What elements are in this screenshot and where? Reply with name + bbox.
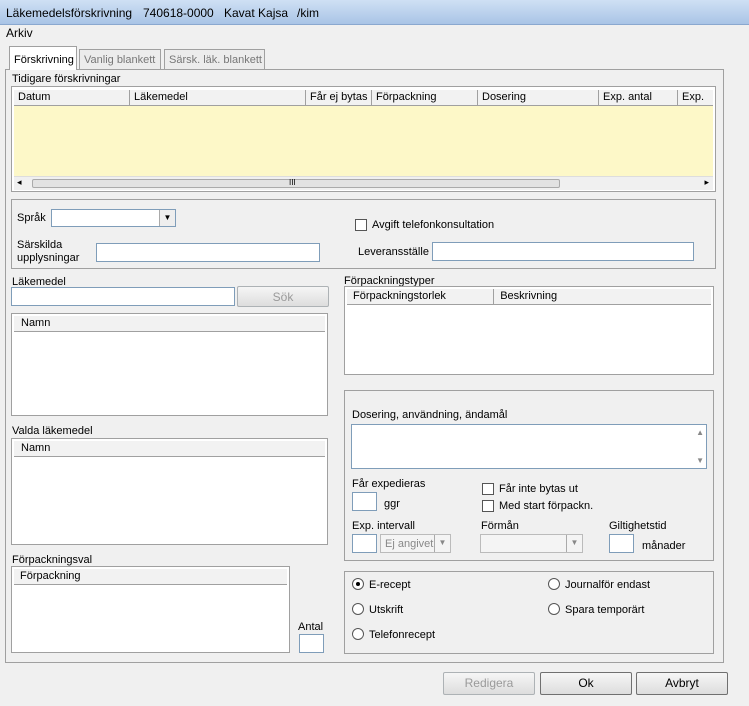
tab-vanlig-blankett[interactable]: Vanlig blankett: [79, 49, 161, 69]
med-start-checkbox[interactable]: [482, 500, 494, 512]
col-forpackning[interactable]: Förpackning: [372, 90, 478, 105]
col-far-ej-bytas[interactable]: Får ej bytas: [306, 90, 372, 105]
prior-prescriptions-label: Tidigare förskrivningar: [12, 73, 121, 85]
forpackning-header[interactable]: Förpackning: [14, 569, 287, 584]
chevron-down-icon[interactable]: ▼: [434, 535, 450, 552]
prior-grid-header: Datum Läkemedel Får ej bytas Förpackning…: [14, 90, 713, 106]
journalfor-radio[interactable]: [548, 578, 560, 590]
manader-label: månader: [642, 540, 686, 552]
tab-forskrivning[interactable]: Förskrivning: [9, 46, 77, 70]
journalfor-label: Journalför endast: [565, 579, 650, 591]
chevron-down-icon[interactable]: ▼: [566, 535, 582, 552]
avgift-label: Avgift telefonkonsultation: [372, 219, 495, 231]
horizontal-scrollbar[interactable]: ◂ III ▸: [14, 176, 713, 190]
med-start-label: Med start förpackn.: [499, 500, 594, 512]
scroll-grip-icon: III: [289, 178, 296, 187]
far-inte-bytas-checkbox[interactable]: [482, 483, 494, 495]
prior-prescriptions-grid[interactable]: Datum Läkemedel Får ej bytas Förpackning…: [11, 86, 716, 192]
avgift-checkbox[interactable]: [355, 219, 367, 231]
scrollbar-thumb[interactable]: III: [32, 178, 560, 188]
sprak-select[interactable]: ▼: [51, 209, 176, 227]
col-exp-antal[interactable]: Exp. antal: [599, 90, 678, 105]
title-bar: Läkemedelsförskrivning 740618-0000 Kavat…: [0, 0, 749, 25]
col-beskrivning[interactable]: Beskrivning: [494, 289, 711, 304]
namn-header[interactable]: Namn: [14, 316, 325, 331]
sprak-label: Språk: [17, 212, 46, 224]
utskrift-label: Utskrift: [369, 604, 404, 616]
telefonrecept-label: Telefonrecept: [369, 629, 436, 641]
tab-sarsk-lak-blankett[interactable]: Särsk. läk. blankett: [164, 49, 265, 69]
forpackningsval-list[interactable]: Förpackning: [11, 566, 290, 653]
forman-select[interactable]: ▼: [480, 534, 583, 553]
prior-grid-body[interactable]: [14, 106, 713, 176]
patient-name: Kavat Kajsa: [224, 6, 289, 20]
dosering-textarea[interactable]: ▲ ▼: [351, 424, 707, 469]
col-datum[interactable]: Datum: [14, 90, 130, 105]
far-expedieras-input[interactable]: [352, 492, 377, 511]
giltighetstid-label: Giltighetstid: [609, 520, 667, 532]
ok-button[interactable]: Ok: [540, 672, 632, 695]
leveransstalle-input[interactable]: [432, 242, 694, 261]
avbryt-button[interactable]: Avbryt: [636, 672, 728, 695]
telefonrecept-radio[interactable]: [352, 628, 364, 640]
exp-intervall-label: Exp. intervall: [352, 520, 415, 532]
exp-intervall-unit-select[interactable]: Ej angivet ▼: [380, 534, 451, 553]
sarskilda-upplysningar-input[interactable]: [96, 243, 320, 262]
menu-arkiv[interactable]: Arkiv: [6, 26, 33, 40]
antal-label: Antal: [298, 621, 324, 633]
scroll-left-icon[interactable]: ◂: [17, 177, 22, 188]
redigera-button[interactable]: Redigera: [443, 672, 535, 695]
sarskilda-label-2: upplysningar: [17, 252, 80, 264]
col-lakemedel[interactable]: Läkemedel: [130, 90, 306, 105]
patient-id: 740618-0000: [143, 6, 214, 20]
leveransstalle-label: Leveransställe: [358, 246, 429, 258]
e-recept-radio[interactable]: [352, 578, 364, 590]
utskrift-radio[interactable]: [352, 603, 364, 615]
sok-button[interactable]: Sök: [237, 286, 329, 307]
sarskilda-label-1: Särskilda: [17, 239, 63, 251]
forman-label: Förmån: [481, 520, 519, 532]
far-inte-bytas-label: Får inte bytas ut: [499, 483, 578, 495]
window-title: Läkemedelsförskrivning: [6, 6, 133, 20]
menu-bar: Arkiv: [0, 25, 749, 41]
dosering-label: Dosering, användning, ändamål: [352, 409, 508, 421]
valda-namn-header[interactable]: Namn: [14, 441, 325, 456]
lakemedel-search-input[interactable]: [11, 287, 235, 306]
antal-input[interactable]: [299, 634, 324, 653]
forpackningstyper-grid[interactable]: Förpackningstorlek Beskrivning: [344, 286, 714, 375]
col-exp[interactable]: Exp.: [678, 90, 712, 105]
ggr-label: ggr: [384, 498, 400, 510]
user-label: /kim: [297, 6, 319, 20]
spara-temporart-radio[interactable]: [548, 603, 560, 615]
far-expedieras-label: Får expedieras: [352, 478, 426, 490]
giltighetstid-input[interactable]: [609, 534, 634, 553]
chevron-down-icon[interactable]: ▼: [159, 210, 175, 226]
scroll-down-icon[interactable]: ▼: [696, 456, 704, 465]
forpackningsval-label: Förpackningsval: [12, 554, 93, 566]
lakemedel-list[interactable]: Namn: [11, 313, 328, 416]
scroll-up-icon[interactable]: ▲: [696, 428, 704, 437]
valda-lakemedel-list[interactable]: Namn: [11, 438, 328, 545]
ej-angivet-value: Ej angivet: [385, 538, 434, 550]
valda-lakemedel-label: Valda läkemedel: [12, 425, 93, 437]
exp-intervall-input[interactable]: [352, 534, 377, 553]
col-forpackningstorlek[interactable]: Förpackningstorlek: [347, 289, 495, 304]
col-dosering[interactable]: Dosering: [478, 90, 599, 105]
scroll-right-icon[interactable]: ▸: [704, 177, 709, 188]
e-recept-label: E-recept: [369, 579, 411, 591]
spara-temporart-label: Spara temporärt: [565, 604, 645, 616]
